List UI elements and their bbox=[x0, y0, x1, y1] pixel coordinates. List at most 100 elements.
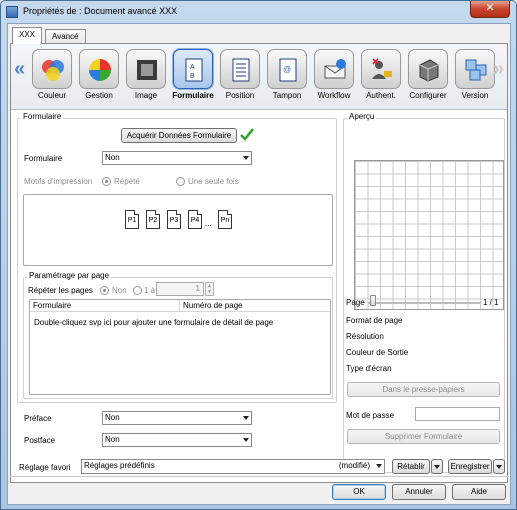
un-a-label: 1 à bbox=[144, 286, 156, 295]
chevron-down-icon bbox=[434, 465, 440, 469]
page-ellipsis: ... bbox=[205, 219, 212, 228]
ribbon-workflow[interactable]: Workflow bbox=[312, 47, 356, 107]
ribbon-label: Version bbox=[461, 91, 489, 100]
gestion-icon bbox=[79, 49, 119, 89]
formulaire-select[interactable]: Non bbox=[102, 151, 252, 165]
type-ecran-label: Type d'écran bbox=[346, 364, 392, 373]
page-thumb: P1 bbox=[125, 210, 139, 229]
ribbon-label: Position bbox=[225, 91, 255, 100]
ribbon-version[interactable]: Version bbox=[453, 47, 497, 107]
postface-select-value: Non bbox=[105, 435, 120, 444]
ribbon-right-arrow[interactable]: » bbox=[493, 58, 504, 81]
image-icon bbox=[126, 49, 166, 89]
preface-select-value: Non bbox=[105, 413, 120, 422]
ribbon-label: Formulaire bbox=[172, 91, 214, 100]
aide-button[interactable]: Aide bbox=[452, 484, 506, 500]
svg-text:@: @ bbox=[283, 65, 291, 74]
enregistrer-dropdown[interactable] bbox=[493, 459, 505, 474]
workflow-icon bbox=[314, 49, 354, 89]
favori-value: Réglages prédéfinis bbox=[84, 461, 155, 470]
form-icon: AB bbox=[173, 49, 213, 89]
close-button[interactable]: ✕ bbox=[470, 1, 510, 18]
tab-xxx[interactable]: XXX bbox=[12, 27, 43, 44]
ribbon-label: Authent. bbox=[366, 91, 396, 100]
postface-label: Postface bbox=[24, 436, 56, 445]
svg-text:B: B bbox=[190, 73, 195, 80]
page-thumb: P3 bbox=[167, 210, 181, 229]
ribbon-authent[interactable]: Authent. bbox=[359, 47, 403, 107]
couleur-sortie-label: Couleur de Sortie bbox=[346, 348, 409, 357]
preface-select[interactable]: Non bbox=[102, 411, 252, 425]
window-title: Propriétés de : Document avancé XXX bbox=[23, 6, 178, 16]
password-input[interactable] bbox=[415, 407, 500, 421]
favori-select[interactable]: Réglages prédéfinis (modifié) bbox=[81, 459, 385, 474]
password-label: Mot de passe bbox=[346, 411, 395, 420]
page-spin-value: 1 bbox=[195, 284, 200, 293]
version-icon bbox=[455, 49, 495, 89]
ribbon-configurer[interactable]: Configurer bbox=[406, 47, 450, 107]
list-hint: Double-cliquez svp ici pour ajouter une … bbox=[34, 318, 274, 327]
enregistrer-button[interactable]: Enregistrer bbox=[448, 459, 492, 474]
page-slider-track[interactable] bbox=[368, 302, 480, 304]
seule-fois-radio[interactable] bbox=[176, 177, 185, 186]
chevron-down-icon bbox=[496, 465, 502, 469]
ribbon-left-arrow[interactable]: « bbox=[14, 58, 25, 81]
chevron-down-icon bbox=[243, 438, 249, 442]
ribbon-label: Configurer bbox=[409, 91, 447, 100]
page-label: Page bbox=[346, 298, 365, 307]
repete-label: Répété bbox=[114, 177, 140, 186]
ribbon-couleur[interactable]: Couleur bbox=[30, 47, 74, 107]
position-icon bbox=[220, 49, 260, 89]
page-form-list[interactable]: Formulaire Numéro de page Double-cliquez… bbox=[29, 299, 331, 395]
non-radio[interactable] bbox=[100, 286, 109, 295]
ribbon-image[interactable]: Image bbox=[124, 47, 168, 107]
col-numero-page[interactable]: Numéro de page bbox=[180, 300, 330, 312]
delete-form-button[interactable]: Supprimer Formulaire bbox=[347, 429, 500, 444]
page-count: 1 / 1 bbox=[483, 298, 499, 307]
acquire-form-data-button[interactable]: Acquérir Données Formulaire bbox=[121, 128, 237, 143]
formulaire-select-value: Non bbox=[105, 153, 120, 162]
annuler-button[interactable]: Annuler bbox=[392, 484, 446, 500]
chevron-down-icon bbox=[243, 416, 249, 420]
page-slider-thumb[interactable] bbox=[370, 295, 376, 306]
repeter-label: Répéter les pages bbox=[28, 286, 93, 295]
resolution-label: Résolution bbox=[346, 332, 384, 341]
clipboard-button[interactable]: Dans le presse-papiers bbox=[347, 382, 500, 397]
check-icon bbox=[240, 128, 254, 141]
dialog-window: Propriétés de : Document avancé XXX ✕ XX… bbox=[0, 0, 517, 510]
retablir-button[interactable]: Rétablir bbox=[392, 459, 430, 474]
spin-arrows[interactable]: ▲ ▼ bbox=[205, 282, 214, 296]
page-spin-input[interactable]: 1 bbox=[156, 282, 204, 296]
ribbon-label: Workflow bbox=[317, 91, 351, 100]
preview-canvas bbox=[354, 160, 504, 310]
repete-radio[interactable] bbox=[102, 177, 111, 186]
config-icon bbox=[408, 49, 448, 89]
ribbon-label: Couleur bbox=[37, 91, 66, 100]
ribbon-formulaire[interactable]: AB Formulaire bbox=[171, 47, 215, 107]
un-a-radio[interactable] bbox=[133, 286, 142, 295]
favori-label: Réglage favori bbox=[19, 463, 71, 472]
chevron-down-icon bbox=[376, 464, 382, 468]
seule-fois-label: Une seule fois bbox=[188, 177, 239, 186]
modifie-text: (modifié) bbox=[338, 461, 370, 470]
ribbon: « Couleur Gestion Image A B Formulaire P… bbox=[11, 44, 507, 110]
page-thumb: Pn bbox=[218, 210, 232, 229]
page-thumb: P2 bbox=[146, 210, 160, 229]
app-icon bbox=[6, 6, 18, 18]
preface-label: Préface bbox=[24, 414, 52, 423]
col-formulaire[interactable]: Formulaire bbox=[30, 300, 180, 312]
ribbon-label: Tampon bbox=[272, 91, 302, 100]
param-page-title: Paramétrage par page bbox=[27, 271, 112, 280]
ribbon-label: Image bbox=[134, 91, 158, 100]
tab-avance[interactable]: Avancé bbox=[45, 29, 86, 44]
ribbon-gestion[interactable]: Gestion bbox=[77, 47, 121, 107]
ribbon-position[interactable]: Position bbox=[218, 47, 262, 107]
ok-button[interactable]: OK bbox=[332, 484, 386, 500]
color-circles-icon bbox=[32, 49, 72, 89]
svg-text:A: A bbox=[190, 64, 195, 71]
format-label: Format de page bbox=[346, 316, 403, 325]
formulaire-label: Formulaire bbox=[24, 154, 63, 163]
ribbon-tampon[interactable]: @ Tampon bbox=[265, 47, 309, 107]
postface-select[interactable]: Non bbox=[102, 433, 252, 447]
retablir-dropdown[interactable] bbox=[431, 459, 443, 474]
